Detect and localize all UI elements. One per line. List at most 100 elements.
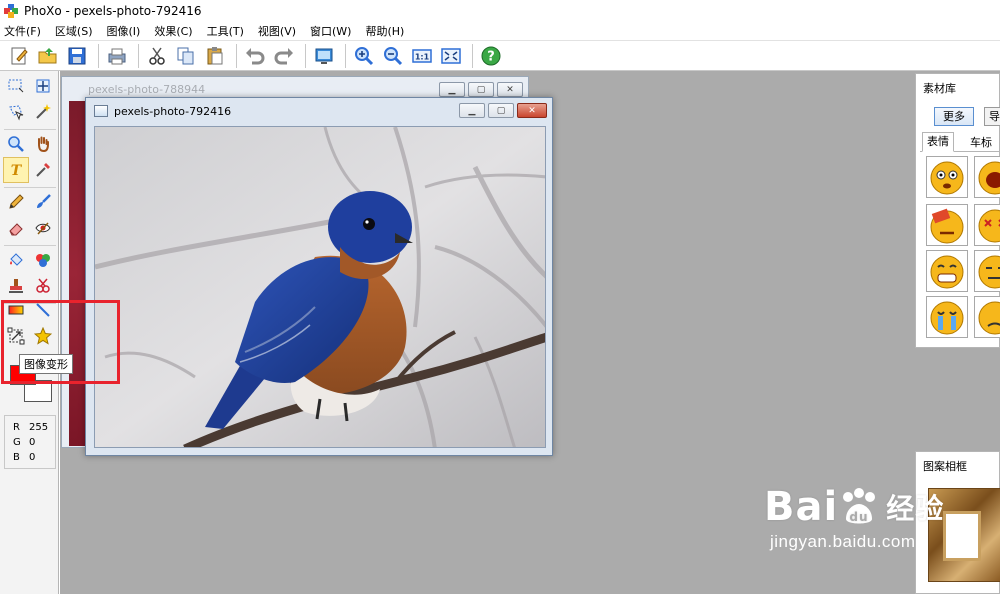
menu-effects[interactable]: 效果(C) bbox=[154, 23, 192, 39]
magic-wand-icon[interactable] bbox=[30, 99, 56, 125]
emoji-shout-icon bbox=[978, 161, 1000, 195]
emoji-neutral-icon bbox=[978, 255, 1000, 289]
tool-separator bbox=[4, 187, 56, 188]
fit-window-icon[interactable] bbox=[438, 43, 464, 69]
maximize-button[interactable]: ▢ bbox=[468, 82, 494, 97]
rgb-b-label: B bbox=[13, 452, 20, 463]
copy-icon[interactable] bbox=[173, 43, 199, 69]
cut-icon[interactable] bbox=[144, 43, 170, 69]
rgb-g-label: G bbox=[13, 437, 21, 448]
fill-icon[interactable] bbox=[3, 247, 29, 273]
rgb-r-label: R bbox=[13, 422, 20, 433]
toolbar-separator bbox=[472, 43, 473, 68]
eraser-icon[interactable] bbox=[3, 215, 29, 241]
menu-view[interactable]: 视图(V) bbox=[258, 23, 296, 39]
emoji-thumbnail[interactable] bbox=[974, 250, 1000, 292]
pattern-frames-title: 图案相框 bbox=[923, 460, 967, 473]
stamp-icon[interactable] bbox=[3, 273, 29, 299]
more-button[interactable]: 更多 bbox=[934, 107, 974, 126]
watermark-brand: Bai bbox=[764, 484, 839, 530]
menu-file[interactable]: 文件(F) bbox=[4, 23, 41, 39]
minimize-button[interactable]: ▁ bbox=[459, 103, 485, 118]
emoji-thumbnail[interactable] bbox=[926, 250, 968, 292]
menu-tools[interactable]: 工具(T) bbox=[207, 23, 244, 39]
print-icon[interactable] bbox=[104, 43, 130, 69]
close-icon: ✕ bbox=[528, 105, 536, 116]
emoji-thumbnail[interactable] bbox=[974, 156, 1000, 198]
highlight-box bbox=[1, 300, 120, 384]
brush-icon[interactable] bbox=[30, 189, 56, 215]
red-eye-icon[interactable] bbox=[30, 215, 56, 241]
move-icon[interactable] bbox=[30, 73, 56, 99]
paw-logo-icon: du bbox=[843, 488, 876, 524]
emoji-thumbnail[interactable] bbox=[926, 156, 968, 198]
toolbar-separator bbox=[98, 43, 99, 68]
app-title: PhoXo - pexels-photo-792416 bbox=[24, 4, 202, 18]
minimize-button[interactable]: ▁ bbox=[439, 82, 465, 97]
document-title-792416: pexels-photo-792416 bbox=[114, 104, 232, 118]
tab-car-logos[interactable]: 车标 bbox=[966, 134, 996, 154]
emoji-thumbnail[interactable] bbox=[974, 204, 1000, 246]
toolbar-separator bbox=[345, 43, 346, 68]
svg-text:1:1: 1:1 bbox=[415, 52, 430, 61]
app-title-bar: PhoXo - pexels-photo-792416 bbox=[0, 0, 1000, 22]
rgb-r-value: 255 bbox=[29, 422, 49, 433]
emoji-thumbnail[interactable] bbox=[926, 204, 968, 246]
document-window-792416[interactable]: pexels-photo-792416 ▁ ▢ ✕ bbox=[85, 97, 553, 456]
menu-region[interactable]: 区域(S) bbox=[55, 23, 93, 39]
tool-separator bbox=[4, 245, 56, 246]
menu-window[interactable]: 窗口(W) bbox=[310, 23, 351, 39]
material-library-title: 素材库 bbox=[923, 82, 956, 95]
watermark-url: jingyan.baidu.com bbox=[770, 532, 916, 551]
tool-separator bbox=[4, 129, 56, 130]
text-tool-icon[interactable]: T bbox=[3, 157, 29, 183]
redo-icon[interactable] bbox=[271, 43, 297, 69]
toolbar-separator bbox=[236, 43, 237, 68]
zoom-out-icon[interactable] bbox=[380, 43, 406, 69]
open-icon[interactable] bbox=[35, 43, 61, 69]
menu-bar: 文件(F) 区域(S) 图像(I) 效果(C) 工具(T) 视图(V) 窗口(W… bbox=[0, 22, 1000, 39]
close-button[interactable]: ✕ bbox=[517, 103, 547, 118]
rgb-readout: R 255 G0 B0 bbox=[4, 415, 56, 469]
rgb-b-value: 0 bbox=[29, 452, 36, 463]
clone-icon[interactable] bbox=[30, 273, 56, 299]
new-icon[interactable] bbox=[6, 43, 32, 69]
rgb-g-value: 0 bbox=[29, 437, 36, 448]
eyedropper-icon[interactable] bbox=[30, 157, 56, 183]
rect-select-icon[interactable] bbox=[3, 73, 29, 99]
color-fill-icon[interactable] bbox=[30, 247, 56, 273]
material-tabs: 表情 车标 bbox=[920, 132, 1000, 152]
baidu-jingyan-watermark: Bai du 经验 jingyan.baidu.com bbox=[764, 484, 944, 552]
svg-text:du: du bbox=[850, 510, 869, 524]
pencil-icon[interactable] bbox=[3, 189, 29, 215]
lasso-select-icon[interactable] bbox=[3, 99, 29, 125]
emoji-thumbnail[interactable] bbox=[974, 296, 1000, 338]
zoom-in-icon[interactable] bbox=[351, 43, 377, 69]
emoji-dizzy-icon bbox=[978, 209, 1000, 243]
emoji-angry-icon bbox=[930, 208, 964, 244]
close-icon: ✕ bbox=[506, 84, 514, 95]
save-icon[interactable] bbox=[64, 43, 90, 69]
maximize-icon: ▢ bbox=[496, 105, 506, 116]
import-button[interactable]: 导 bbox=[984, 107, 1000, 126]
help-icon[interactable]: ? bbox=[478, 43, 504, 69]
menu-image[interactable]: 图像(I) bbox=[107, 23, 141, 39]
watermark-brand-cn: 经验 bbox=[886, 492, 945, 525]
maximize-icon: ▢ bbox=[476, 84, 486, 95]
maximize-button[interactable]: ▢ bbox=[488, 103, 514, 118]
phoxo-logo-icon bbox=[4, 4, 18, 18]
emoji-crying-icon bbox=[930, 301, 964, 335]
tab-emoticons[interactable]: 表情 bbox=[922, 132, 954, 152]
paste-icon[interactable] bbox=[202, 43, 228, 69]
actual-size-icon[interactable]: 1:1 bbox=[409, 43, 435, 69]
emoji-thumbnail[interactable] bbox=[926, 296, 968, 338]
undo-icon[interactable] bbox=[242, 43, 268, 69]
zoom-tool-icon[interactable] bbox=[3, 131, 29, 157]
screen-capture-icon[interactable] bbox=[311, 43, 337, 69]
close-button[interactable]: ✕ bbox=[497, 82, 523, 97]
menu-help[interactable]: 帮助(H) bbox=[365, 23, 404, 39]
emoji-confused-icon bbox=[930, 161, 964, 195]
svg-text:?: ? bbox=[487, 49, 495, 64]
bluebird-photo[interactable] bbox=[94, 126, 546, 448]
hand-icon[interactable] bbox=[30, 131, 56, 157]
